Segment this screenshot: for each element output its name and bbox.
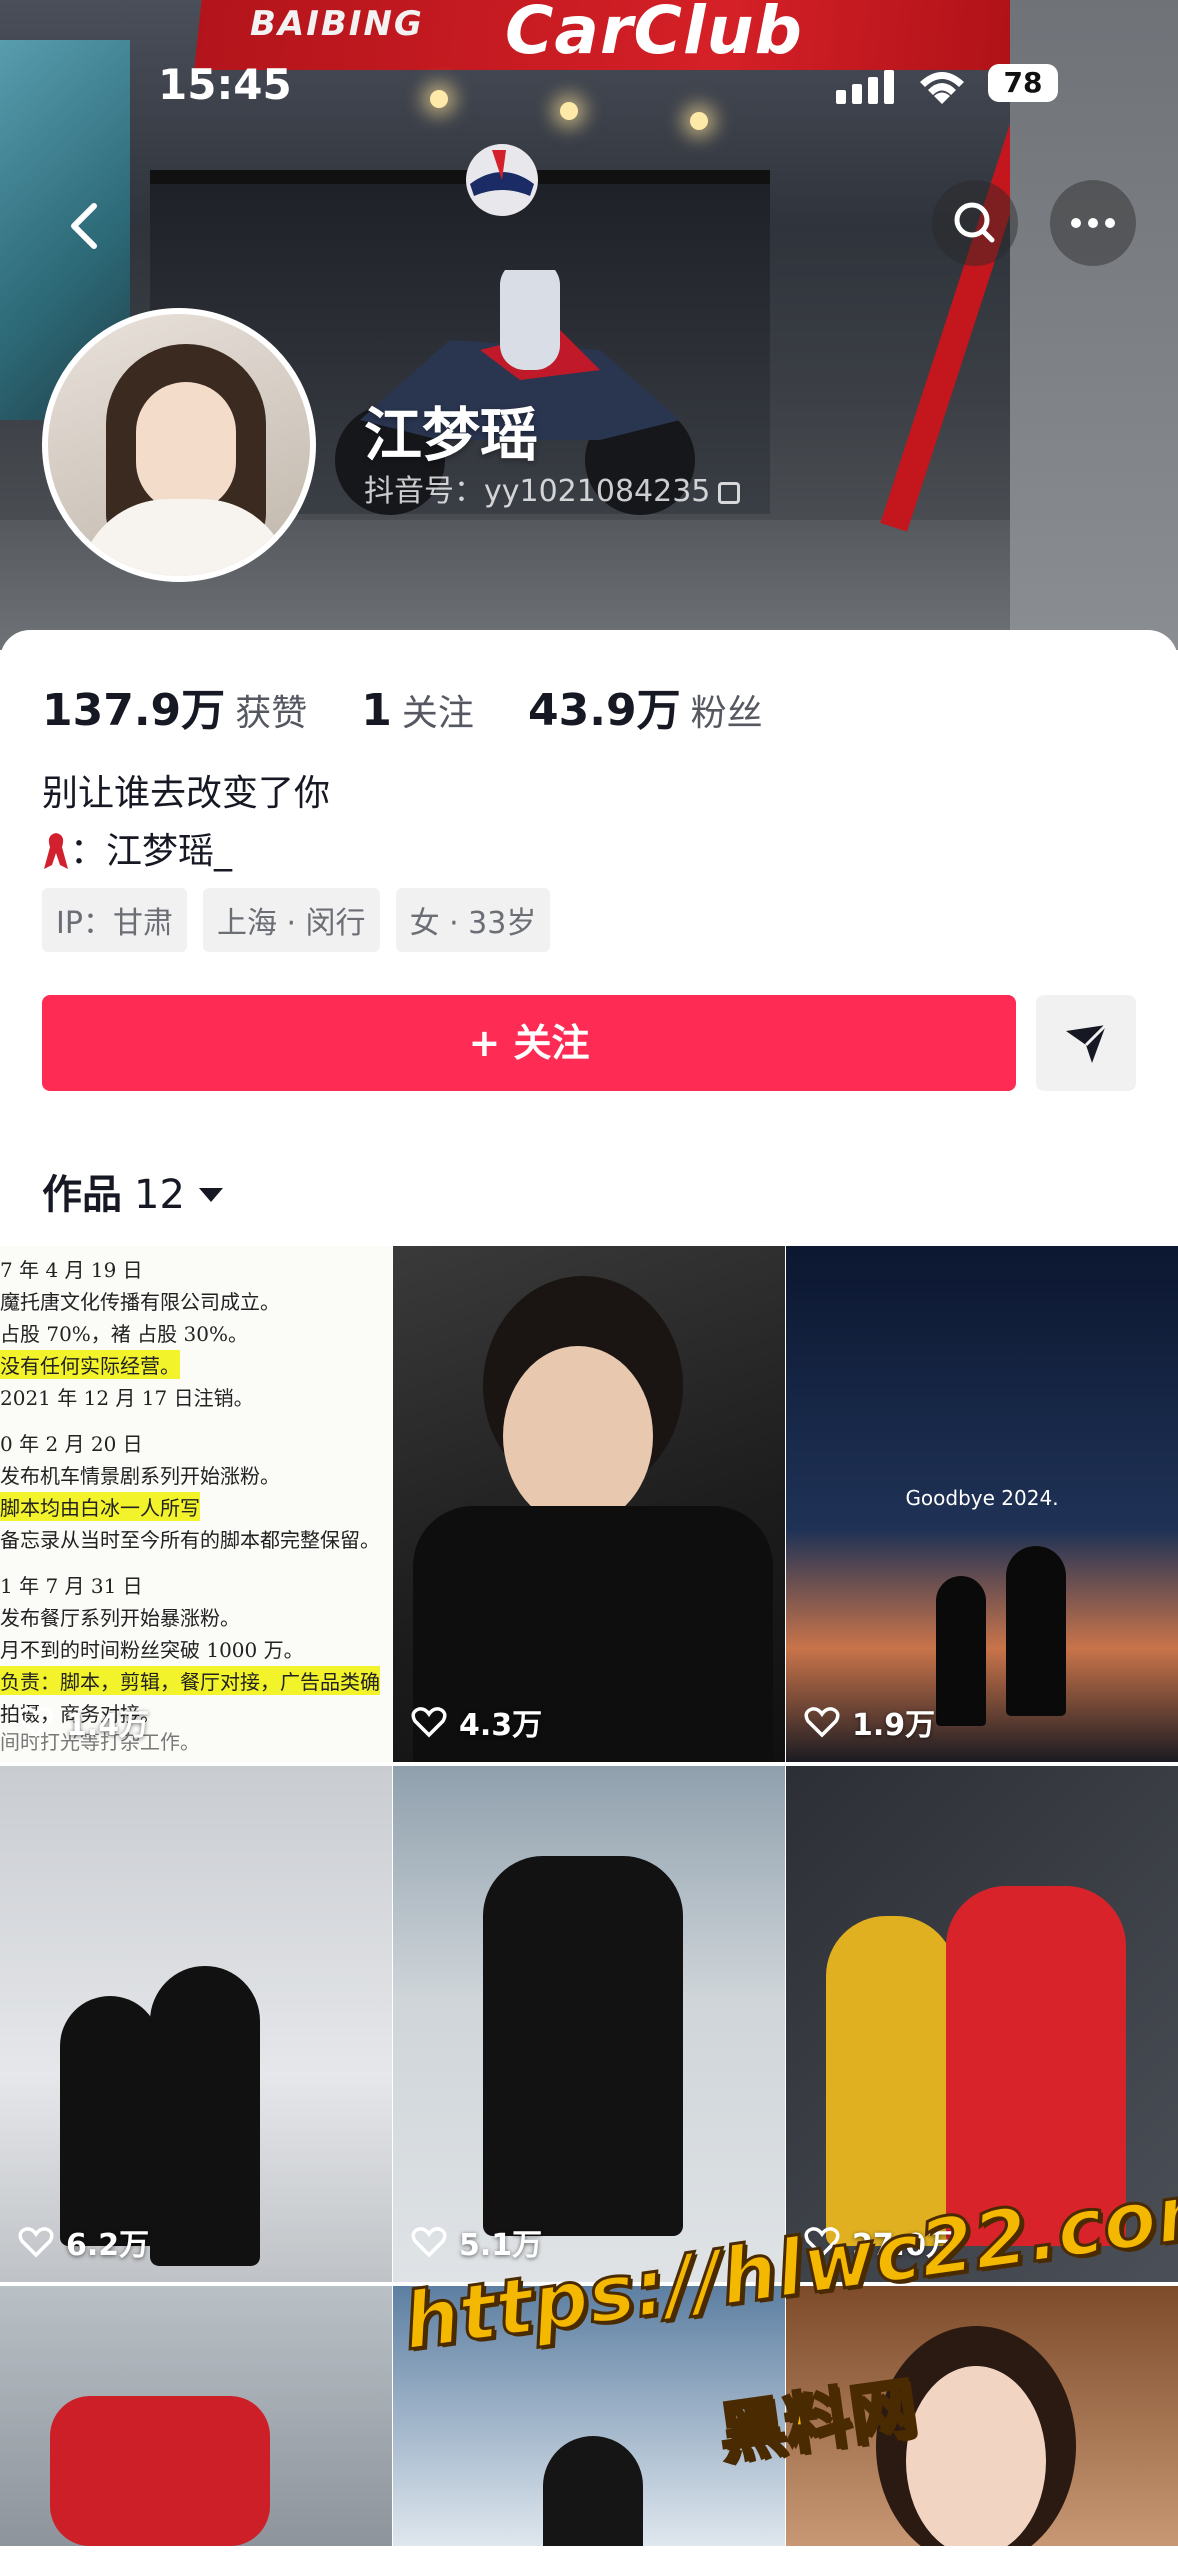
thumbnail-face	[906, 2366, 1046, 2546]
like-count: 4.3万	[411, 1700, 542, 1744]
doc-line: 1 年 7 月 31 日	[0, 1574, 143, 1598]
doc-line: 7 年 4 月 19 日	[0, 1258, 143, 1282]
search-icon	[954, 202, 995, 243]
stat-likes-label: 获赞	[235, 693, 308, 734]
video-thumbnail[interactable]	[0, 2286, 392, 2546]
profile-bio-line2-text: ：江梦瑶_	[70, 831, 233, 872]
doc-line: 月不到的时间粉丝突破 1000 万。	[0, 1638, 304, 1662]
like-count: 5.1万	[411, 2220, 542, 2264]
like-count: 6.2万	[18, 2220, 149, 2264]
battery-indicator: 78	[988, 64, 1058, 102]
profile-avatar[interactable]	[42, 308, 316, 582]
thumbnail-person	[1006, 1546, 1066, 1716]
video-thumbnail[interactable]: 4.3万	[393, 1246, 785, 1762]
back-arrow-icon[interactable]	[58, 198, 114, 254]
works-tab-label: 作品	[42, 1172, 122, 1218]
more-options-button[interactable]	[1050, 180, 1136, 266]
thumbnail-person	[936, 1576, 986, 1726]
search-button[interactable]	[932, 180, 1018, 266]
stat-followers-value: 43.9万	[528, 685, 681, 736]
cellular-signal-icon	[836, 70, 894, 104]
like-count-text: 1.4万	[66, 1708, 150, 1743]
video-thumbnail[interactable]: 5.1万	[393, 1766, 785, 2282]
doc-line: 备忘录从当时至今所有的脚本都完整保留。	[0, 1528, 380, 1552]
send-arrow-icon	[1066, 1023, 1108, 1063]
like-count: 1.4万	[18, 1700, 149, 1744]
stat-following[interactable]: 1 关注	[361, 684, 474, 736]
video-thumbnail[interactable]: 6.2万	[0, 1766, 392, 2282]
doc-line: 2021 年 12 月 17 日注销。	[0, 1386, 254, 1410]
works-count: 12	[134, 1172, 185, 1218]
heart-icon	[411, 1707, 447, 1738]
tag-ip-location: IP：甘肃	[42, 888, 187, 952]
status-time: 15:45	[158, 60, 292, 109]
stat-following-value: 1	[361, 685, 392, 736]
thumbnail-caption: Goodbye 2024.	[905, 1486, 1059, 1510]
heart-icon	[804, 1707, 840, 1738]
doc-line: 占股 70%，褚 占股 30%。	[0, 1322, 248, 1346]
red-ribbon-icon	[44, 833, 68, 869]
thumbnail-motorcycle	[50, 2396, 270, 2546]
stat-followers[interactable]: 43.9万 粉丝	[528, 674, 763, 738]
heart-icon	[411, 2227, 447, 2258]
tag-gender-age: 女 · 33岁	[395, 888, 551, 952]
thumbnail-person	[483, 1856, 683, 2236]
doc-line: 没有任何实际经营。	[0, 1350, 180, 1379]
thumbnail-person	[60, 1996, 160, 2246]
stat-following-label: 关注	[401, 693, 474, 734]
wifi-icon	[920, 72, 964, 104]
profile-stats: 137.9万 获赞 1 关注 43.9万 粉丝	[42, 674, 805, 738]
doc-line: 0 年 2 月 20 日	[0, 1432, 143, 1456]
tag-city[interactable]: 上海 · 闵行	[202, 888, 380, 952]
heart-icon	[18, 2227, 54, 2258]
like-count-text: 4.3万	[459, 1708, 543, 1743]
doc-line: 魔托唐文化传播有限公司成立。	[0, 1290, 280, 1314]
like-count-text: 5.1万	[459, 2228, 543, 2263]
follow-button[interactable]: + 关注	[42, 995, 1016, 1091]
profile-tags: IP：甘肃 上海 · 闵行 女 · 33岁	[42, 888, 551, 952]
doc-line: 发布餐厅系列开始暴涨粉。	[0, 1606, 240, 1630]
stat-likes[interactable]: 137.9万 获赞	[42, 674, 307, 738]
video-thumbnail[interactable]: Goodbye 2024. 1.9万	[786, 1246, 1178, 1762]
douyin-id-row[interactable]: 抖音号：yy1021084235	[364, 466, 741, 510]
avatar-face	[136, 382, 236, 512]
works-tab[interactable]: 作品 12	[42, 1162, 223, 1220]
works-grid: 7 年 4 月 19 日 魔托唐文化传播有限公司成立。 占股 70%，褚 占股 …	[0, 1246, 1178, 2546]
thumbnail-person	[826, 1916, 956, 2246]
status-bar: 15:45 78	[0, 0, 1178, 170]
doc-line: 负责：脚本，剪辑，餐厅对接，广告品类确	[0, 1666, 380, 1695]
profile-name: 江梦瑶	[364, 401, 539, 469]
like-count: 1.9万	[804, 1700, 935, 1744]
copy-icon[interactable]	[718, 482, 741, 504]
douyin-id-text: 抖音号：yy1021084235	[364, 474, 711, 509]
share-button[interactable]	[1036, 995, 1136, 1091]
thumbnail-person	[543, 2436, 643, 2546]
chevron-down-icon	[198, 1188, 223, 1202]
like-count-text: 6.2万	[66, 2228, 150, 2263]
more-dots-icon	[1071, 218, 1115, 228]
doc-line: 脚本均由白冰一人所写	[0, 1492, 200, 1521]
heart-icon	[18, 1707, 54, 1738]
stat-likes-value: 137.9万	[42, 685, 226, 736]
profile-bio-line2: ：江梦瑶_	[42, 822, 232, 874]
video-thumbnail[interactable]: 7 年 4 月 19 日 魔托唐文化传播有限公司成立。 占股 70%，褚 占股 …	[0, 1246, 392, 1762]
stat-followers-label: 粉丝	[690, 693, 763, 734]
thumbnail-face	[503, 1346, 653, 1526]
like-count-text: 1.9万	[852, 1708, 936, 1743]
profile-bio: 别让谁去改变了你	[42, 773, 331, 814]
thumbnail-person	[150, 1966, 260, 2266]
doc-line: 发布机车情景剧系列开始涨粉。	[0, 1464, 280, 1488]
